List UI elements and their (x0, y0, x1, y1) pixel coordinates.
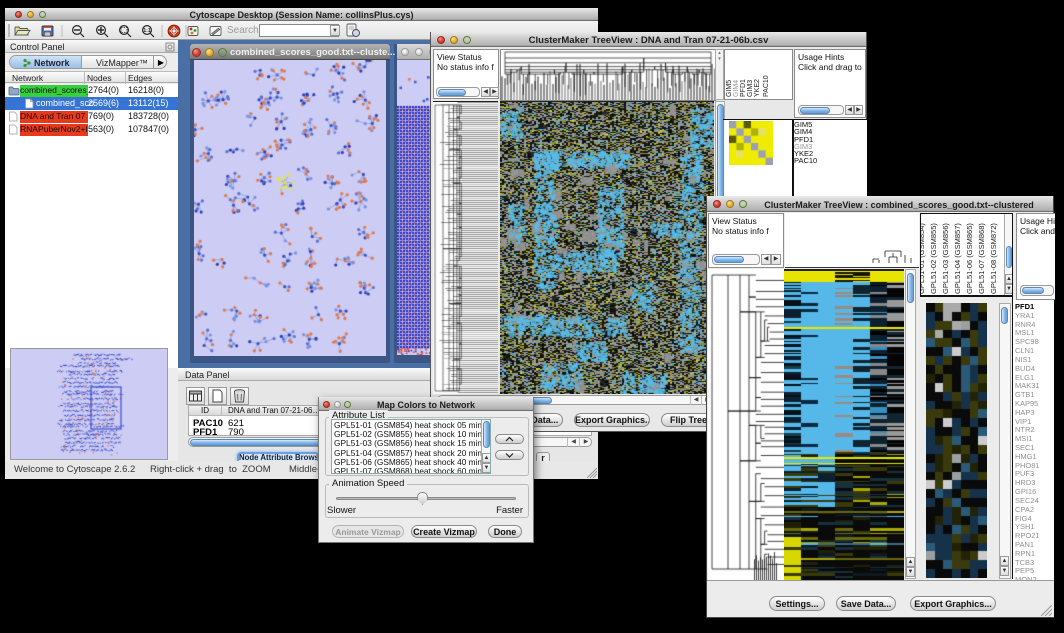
svg-text:1:1: 1:1 (143, 28, 150, 34)
